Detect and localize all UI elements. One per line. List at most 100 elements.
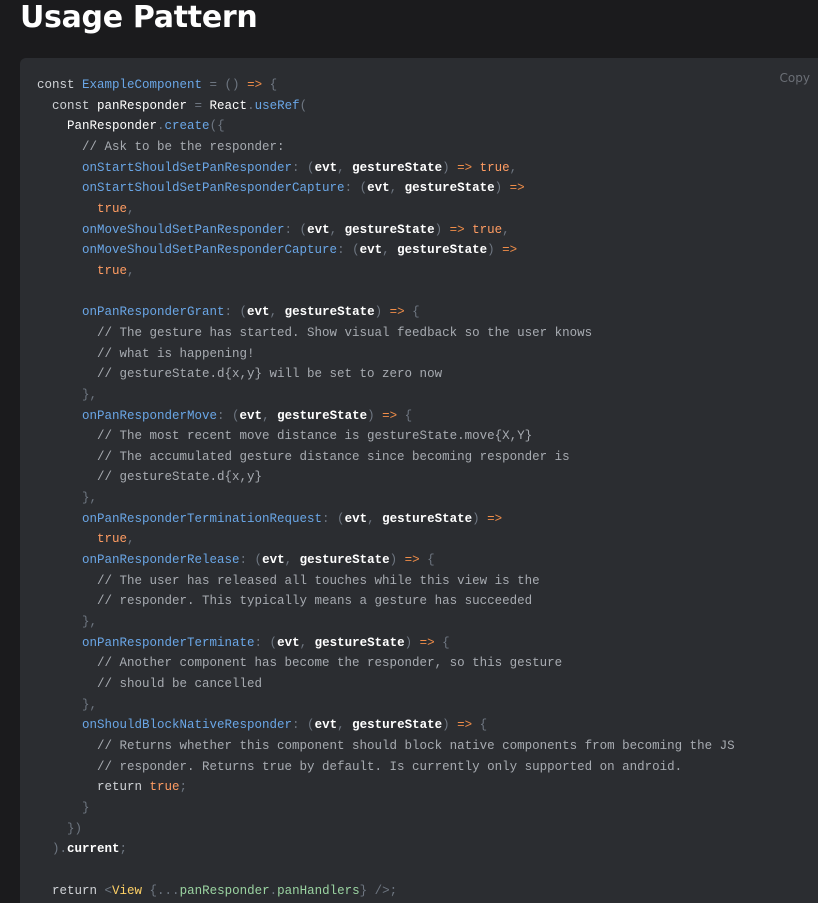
- code-line: onPanResponderMove: (evt, gestureState) …: [37, 406, 735, 427]
- code-token: ,: [509, 160, 518, 175]
- code-token: true: [464, 222, 503, 237]
- code-token: =>: [487, 511, 503, 526]
- code-token: ,: [127, 201, 135, 216]
- code-token: ): [472, 511, 488, 526]
- code-token: ): [487, 243, 503, 258]
- code-token: = (): [202, 78, 248, 92]
- code-token: current: [67, 842, 120, 857]
- code-line: // The accumulated gesture distance sinc…: [37, 447, 735, 468]
- code-line: const ExampleComponent = () => {: [37, 75, 735, 96]
- code-token: create: [164, 119, 210, 134]
- code-line: onStartShouldSetPanResponder: (evt, gest…: [37, 158, 735, 179]
- code-token: {: [397, 408, 413, 423]
- code-token: : (: [344, 181, 368, 196]
- code-token: ): [442, 718, 458, 733]
- code-token: // should be cancelled: [37, 677, 263, 692]
- code-line: // The most recent move distance is gest…: [37, 426, 735, 447]
- code-token: true: [472, 160, 510, 175]
- code-token: onMoveShouldSetPanResponder: [37, 222, 285, 237]
- code-line: onPanResponderTerminationRequest: (evt, …: [37, 509, 735, 530]
- code-token: true: [37, 532, 128, 547]
- code-token: onPanResponderTerminationRequest: [37, 511, 323, 526]
- code-line: // The user has released all touches whi…: [37, 571, 735, 592]
- code-line: onPanResponderGrant: (evt, gestureState)…: [37, 302, 735, 323]
- copy-button[interactable]: Copy: [780, 71, 810, 85]
- code-token: // responder. Returns true by default. I…: [37, 759, 683, 774]
- code-line: PanResponder.create({: [37, 116, 735, 137]
- code-line: // should be cancelled: [37, 674, 735, 695]
- code-token: evt: [239, 408, 263, 423]
- code-token: ).: [37, 842, 68, 857]
- code-token: evt: [277, 635, 300, 650]
- code-token: }: [37, 800, 90, 815]
- code-token: }): [37, 821, 83, 836]
- code-token: ExampleComponent: [82, 78, 203, 92]
- page-title: Usage Pattern: [20, 0, 258, 35]
- code-token: ,: [329, 222, 345, 237]
- code-token: evt: [367, 181, 390, 196]
- code-token: =>: [247, 78, 263, 92]
- code-token: ,: [337, 160, 353, 175]
- code-token: gestureState: [352, 718, 443, 733]
- code-token: onShouldBlockNativeResponder: [37, 718, 293, 733]
- code-token: =>: [389, 305, 405, 320]
- code-token: =>: [457, 718, 473, 733]
- code-token: return: [37, 780, 143, 795]
- code-token: {: [434, 635, 450, 650]
- code-token: =>: [457, 160, 473, 175]
- code-token: // The most recent move distance is gest…: [37, 429, 533, 444]
- code-line: // responder. This typically means a ges…: [37, 591, 735, 612]
- code-token: .: [269, 883, 278, 898]
- code-line: return <View {...panResponder.panHandler…: [37, 881, 735, 902]
- code-line: // responder. Returns true by default. I…: [37, 757, 735, 778]
- code-token: gestureState: [284, 305, 375, 320]
- code-line: },: [37, 488, 735, 509]
- code-token: {: [419, 553, 435, 568]
- code-token: true: [142, 780, 180, 795]
- code-line: // The gesture has started. Show visual …: [37, 323, 735, 344]
- code-token: useRef: [254, 98, 300, 113]
- code-line: }: [37, 798, 735, 819]
- code-token: // Another component has become the resp…: [37, 656, 563, 671]
- code-token: (: [299, 98, 308, 113]
- code-token: gestureState: [352, 160, 443, 175]
- code-token: gestureState: [382, 511, 473, 526]
- code-token: panResponder: [97, 98, 188, 113]
- code-token: onPanResponderTerminate: [37, 635, 255, 650]
- code-token: ,: [367, 511, 383, 526]
- code-token: .: [157, 119, 165, 134]
- code-token: ): [494, 181, 510, 196]
- code-token: evt: [314, 160, 338, 175]
- code-token: // The user has released all touches whi…: [37, 573, 540, 588]
- code-token: ): [374, 305, 390, 320]
- code-token: true: [37, 263, 128, 278]
- code-line: true,: [37, 199, 735, 220]
- code-line: onStartShouldSetPanResponderCapture: (ev…: [37, 178, 735, 199]
- code-token: gestureState: [397, 243, 488, 258]
- code-line: return true;: [37, 777, 735, 798]
- code-token: gestureState: [404, 181, 495, 196]
- code-token: ,: [269, 305, 285, 320]
- code-token: ): [404, 635, 420, 650]
- code-token: {: [472, 718, 488, 733]
- code-token: ): [389, 553, 405, 568]
- code-token: ;: [119, 842, 128, 857]
- code-token: : (: [292, 160, 315, 175]
- code-token: evt: [359, 243, 383, 258]
- code-token: <: [104, 883, 113, 898]
- code-token: =>: [404, 553, 420, 568]
- code-token: ,: [127, 532, 135, 547]
- code-token: =>: [449, 222, 465, 237]
- code-token: ): [442, 160, 458, 175]
- code-token: : (: [322, 511, 345, 526]
- code-token: // The accumulated gesture distance sinc…: [37, 449, 570, 464]
- code-token: ,: [389, 181, 405, 196]
- code-line: onPanResponderRelease: (evt, gestureStat…: [37, 550, 735, 571]
- code-lines: const ExampleComponent = () => { const p…: [37, 75, 735, 901]
- code-token: onPanResponderMove: [37, 408, 218, 423]
- code-token: evt: [307, 222, 330, 237]
- code-line: },: [37, 695, 735, 716]
- code-token: onPanResponderRelease: [37, 553, 240, 568]
- code-token: ,: [502, 222, 510, 237]
- code-line: // Returns whether this component should…: [37, 736, 735, 757]
